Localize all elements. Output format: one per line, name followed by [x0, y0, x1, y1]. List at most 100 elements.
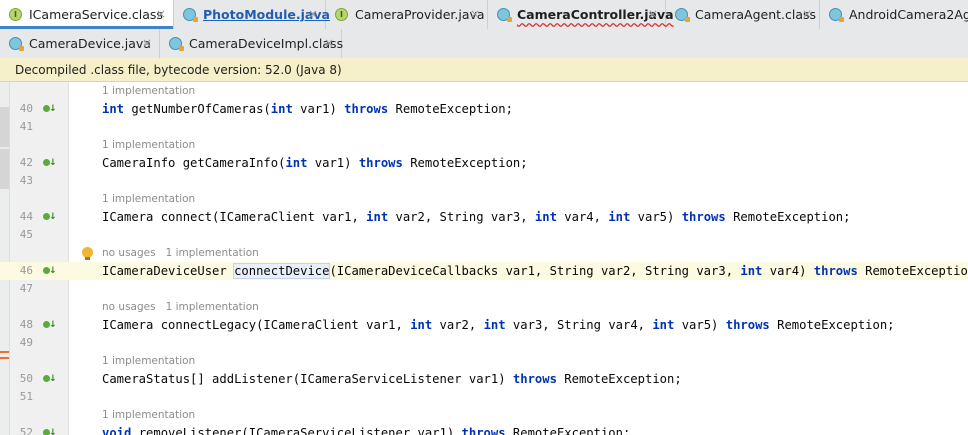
- editor-tab[interactable]: AndroidCamera2Agent: [820, 0, 968, 29]
- editor-tab[interactable]: CameraAgent.class ×: [666, 0, 820, 29]
- usage-hint[interactable]: no usages 1 implementation: [102, 244, 259, 262]
- code-editor[interactable]: 1 implementation 40 ↓ int getNumberOfCamera…: [0, 82, 968, 435]
- close-icon[interactable]: ×: [156, 0, 166, 29]
- keyword: int: [366, 210, 389, 224]
- close-icon[interactable]: ×: [324, 29, 334, 58]
- usage-hint[interactable]: 1 implementation: [102, 136, 195, 154]
- editor-tab[interactable]: CameraDevice.java ×: [0, 29, 160, 58]
- code-text[interactable]: CameraInfo getCameraInfo(int var1) throw…: [102, 154, 528, 172]
- implemented-arrow-icon[interactable]: ↓: [43, 266, 57, 276]
- banner-text: Decompiled .class file, bytecode version…: [15, 63, 342, 77]
- code-text[interactable]: ICamera connectLegacy(ICameraClient var1…: [102, 316, 895, 334]
- code-token: var4,: [556, 210, 609, 224]
- code-token: var1): [307, 156, 359, 170]
- keyword: throws: [344, 102, 389, 116]
- code-token: RemoteException;: [388, 102, 513, 116]
- highlighted-identifier: connectDevice: [233, 263, 331, 279]
- implemented-arrow-icon[interactable]: ↓: [43, 158, 57, 168]
- line-number: 51: [19, 390, 33, 403]
- close-icon[interactable]: ×: [802, 0, 812, 29]
- usage-hint[interactable]: 1 implementation: [102, 190, 195, 208]
- down-arrow-icon: ↓: [49, 158, 57, 168]
- code-token: ICameraDeviceUser: [102, 264, 235, 278]
- down-arrow-icon: ↓: [49, 212, 57, 222]
- line-number: 40: [19, 102, 33, 115]
- line-number: 52: [19, 426, 33, 435]
- code-token: ICamera connectLegacy(ICameraClient var1…: [102, 318, 411, 332]
- code-text[interactable]: int getNumberOfCameras(int var1) throws …: [102, 100, 513, 118]
- line-number: 49: [19, 336, 33, 349]
- code-text[interactable]: ICamera connect(ICameraClient var1, int …: [102, 208, 850, 226]
- code-line[interactable]: 47: [0, 280, 968, 298]
- editor-tab[interactable]: CameraController.java ×: [488, 0, 674, 29]
- code-token: removeListener(ICameraServiceListener va…: [131, 426, 462, 435]
- code-token: var2, String var3,: [388, 210, 535, 224]
- code-line[interactable]: 44 ↓ ICamera connect(ICameraClient var1, i…: [0, 208, 968, 226]
- code-line[interactable]: 43: [0, 172, 968, 190]
- editor-tab[interactable]: I ICameraService.class ×: [0, 0, 174, 29]
- editor-tab[interactable]: I CameraProvider.java ×: [326, 0, 488, 29]
- code-line[interactable]: 51: [0, 388, 968, 406]
- keyword: throws: [461, 426, 506, 435]
- keyword: int: [740, 264, 763, 278]
- editor-tab[interactable]: CameraDeviceImpl.class ×: [160, 29, 343, 58]
- implemented-arrow-icon[interactable]: ↓: [43, 374, 57, 384]
- editor-tab[interactable]: PhotoModule.java ×: [174, 0, 330, 29]
- code-token: RemoteException;: [865, 264, 968, 278]
- code-token: ICamera connect(ICameraClient var1,: [102, 210, 367, 224]
- close-icon[interactable]: ×: [142, 29, 152, 58]
- code-line[interactable]: 50 ↓ CameraStatus[] addListener(ICameraSer…: [0, 370, 968, 388]
- code-line[interactable]: 46 ↓ ICameraDeviceUser connectDevice(ICame…: [0, 262, 968, 280]
- code-line[interactable]: 52 ↓ void removeListener(ICameraServiceLis…: [0, 424, 968, 435]
- usage-hint[interactable]: 1 implementation: [102, 352, 195, 370]
- keyword: void: [102, 426, 132, 435]
- class-file-icon: [183, 8, 198, 22]
- keyword: throws: [358, 156, 403, 170]
- editor-tab-label: ICameraService.class: [29, 7, 163, 22]
- inlay-hint-row: 1 implementation: [0, 406, 968, 424]
- code-text[interactable]: ICameraDeviceUser connectDevice(ICameraD…: [102, 262, 968, 280]
- keyword: throws: [813, 264, 858, 278]
- editor-tab-row-1: I ICameraService.class × PhotoModule.java × I…: [0, 0, 968, 30]
- close-icon[interactable]: ×: [308, 0, 318, 29]
- interface-file-icon: I: [335, 8, 348, 21]
- close-icon[interactable]: ×: [648, 0, 658, 29]
- usage-hint[interactable]: 1 implementation: [102, 406, 195, 424]
- code-line[interactable]: 45: [0, 226, 968, 244]
- keyword: int: [483, 318, 506, 332]
- line-number: 43: [19, 174, 33, 187]
- code-token: var2,: [432, 318, 484, 332]
- code-token: RemoteException;: [769, 318, 895, 332]
- implemented-arrow-icon[interactable]: ↓: [43, 428, 57, 435]
- code-text[interactable]: CameraStatus[] addListener(ICameraServic…: [102, 370, 682, 388]
- code-line[interactable]: 48 ↓ ICamera connectLegacy(ICameraClient v…: [0, 316, 968, 334]
- code-token: var1): [292, 102, 345, 116]
- down-arrow-icon: ↓: [49, 374, 57, 384]
- down-arrow-icon: ↓: [49, 104, 57, 114]
- line-number: 44: [19, 210, 33, 223]
- code-token: var5): [630, 210, 682, 224]
- line-number: 46: [19, 264, 33, 277]
- usage-hint[interactable]: 1 implementation: [102, 82, 195, 100]
- code-line[interactable]: 42 ↓ CameraInfo getCameraInfo(int var1) th…: [0, 154, 968, 172]
- code-line[interactable]: 40 ↓ int getNumberOfCameras(int var1) thro…: [0, 100, 968, 118]
- editor-tab-label: CameraDevice.java: [29, 36, 151, 51]
- code-line[interactable]: 41: [0, 118, 968, 136]
- code-token: CameraInfo getCameraInfo(: [102, 156, 286, 170]
- lightbulb-icon[interactable]: [82, 247, 93, 260]
- code-line[interactable]: 49: [0, 334, 968, 352]
- inlay-hint-row: 1 implementation: [0, 136, 968, 154]
- implemented-arrow-icon[interactable]: ↓: [43, 320, 57, 330]
- inlay-hint-row: 1 implementation: [0, 352, 968, 370]
- implemented-arrow-icon[interactable]: ↓: [43, 212, 57, 222]
- keyword: throws: [512, 372, 557, 386]
- implemented-arrow-icon[interactable]: ↓: [43, 104, 57, 114]
- line-number: 47: [19, 282, 33, 295]
- keyword: int: [652, 318, 675, 332]
- usage-hint[interactable]: no usages 1 implementation: [102, 298, 259, 316]
- inlay-hint-row: 1 implementation: [0, 190, 968, 208]
- code-text[interactable]: void removeListener(ICameraServiceListen…: [102, 424, 630, 435]
- line-number: 41: [19, 120, 33, 133]
- close-icon[interactable]: ×: [470, 0, 480, 29]
- keyword: throws: [681, 210, 726, 224]
